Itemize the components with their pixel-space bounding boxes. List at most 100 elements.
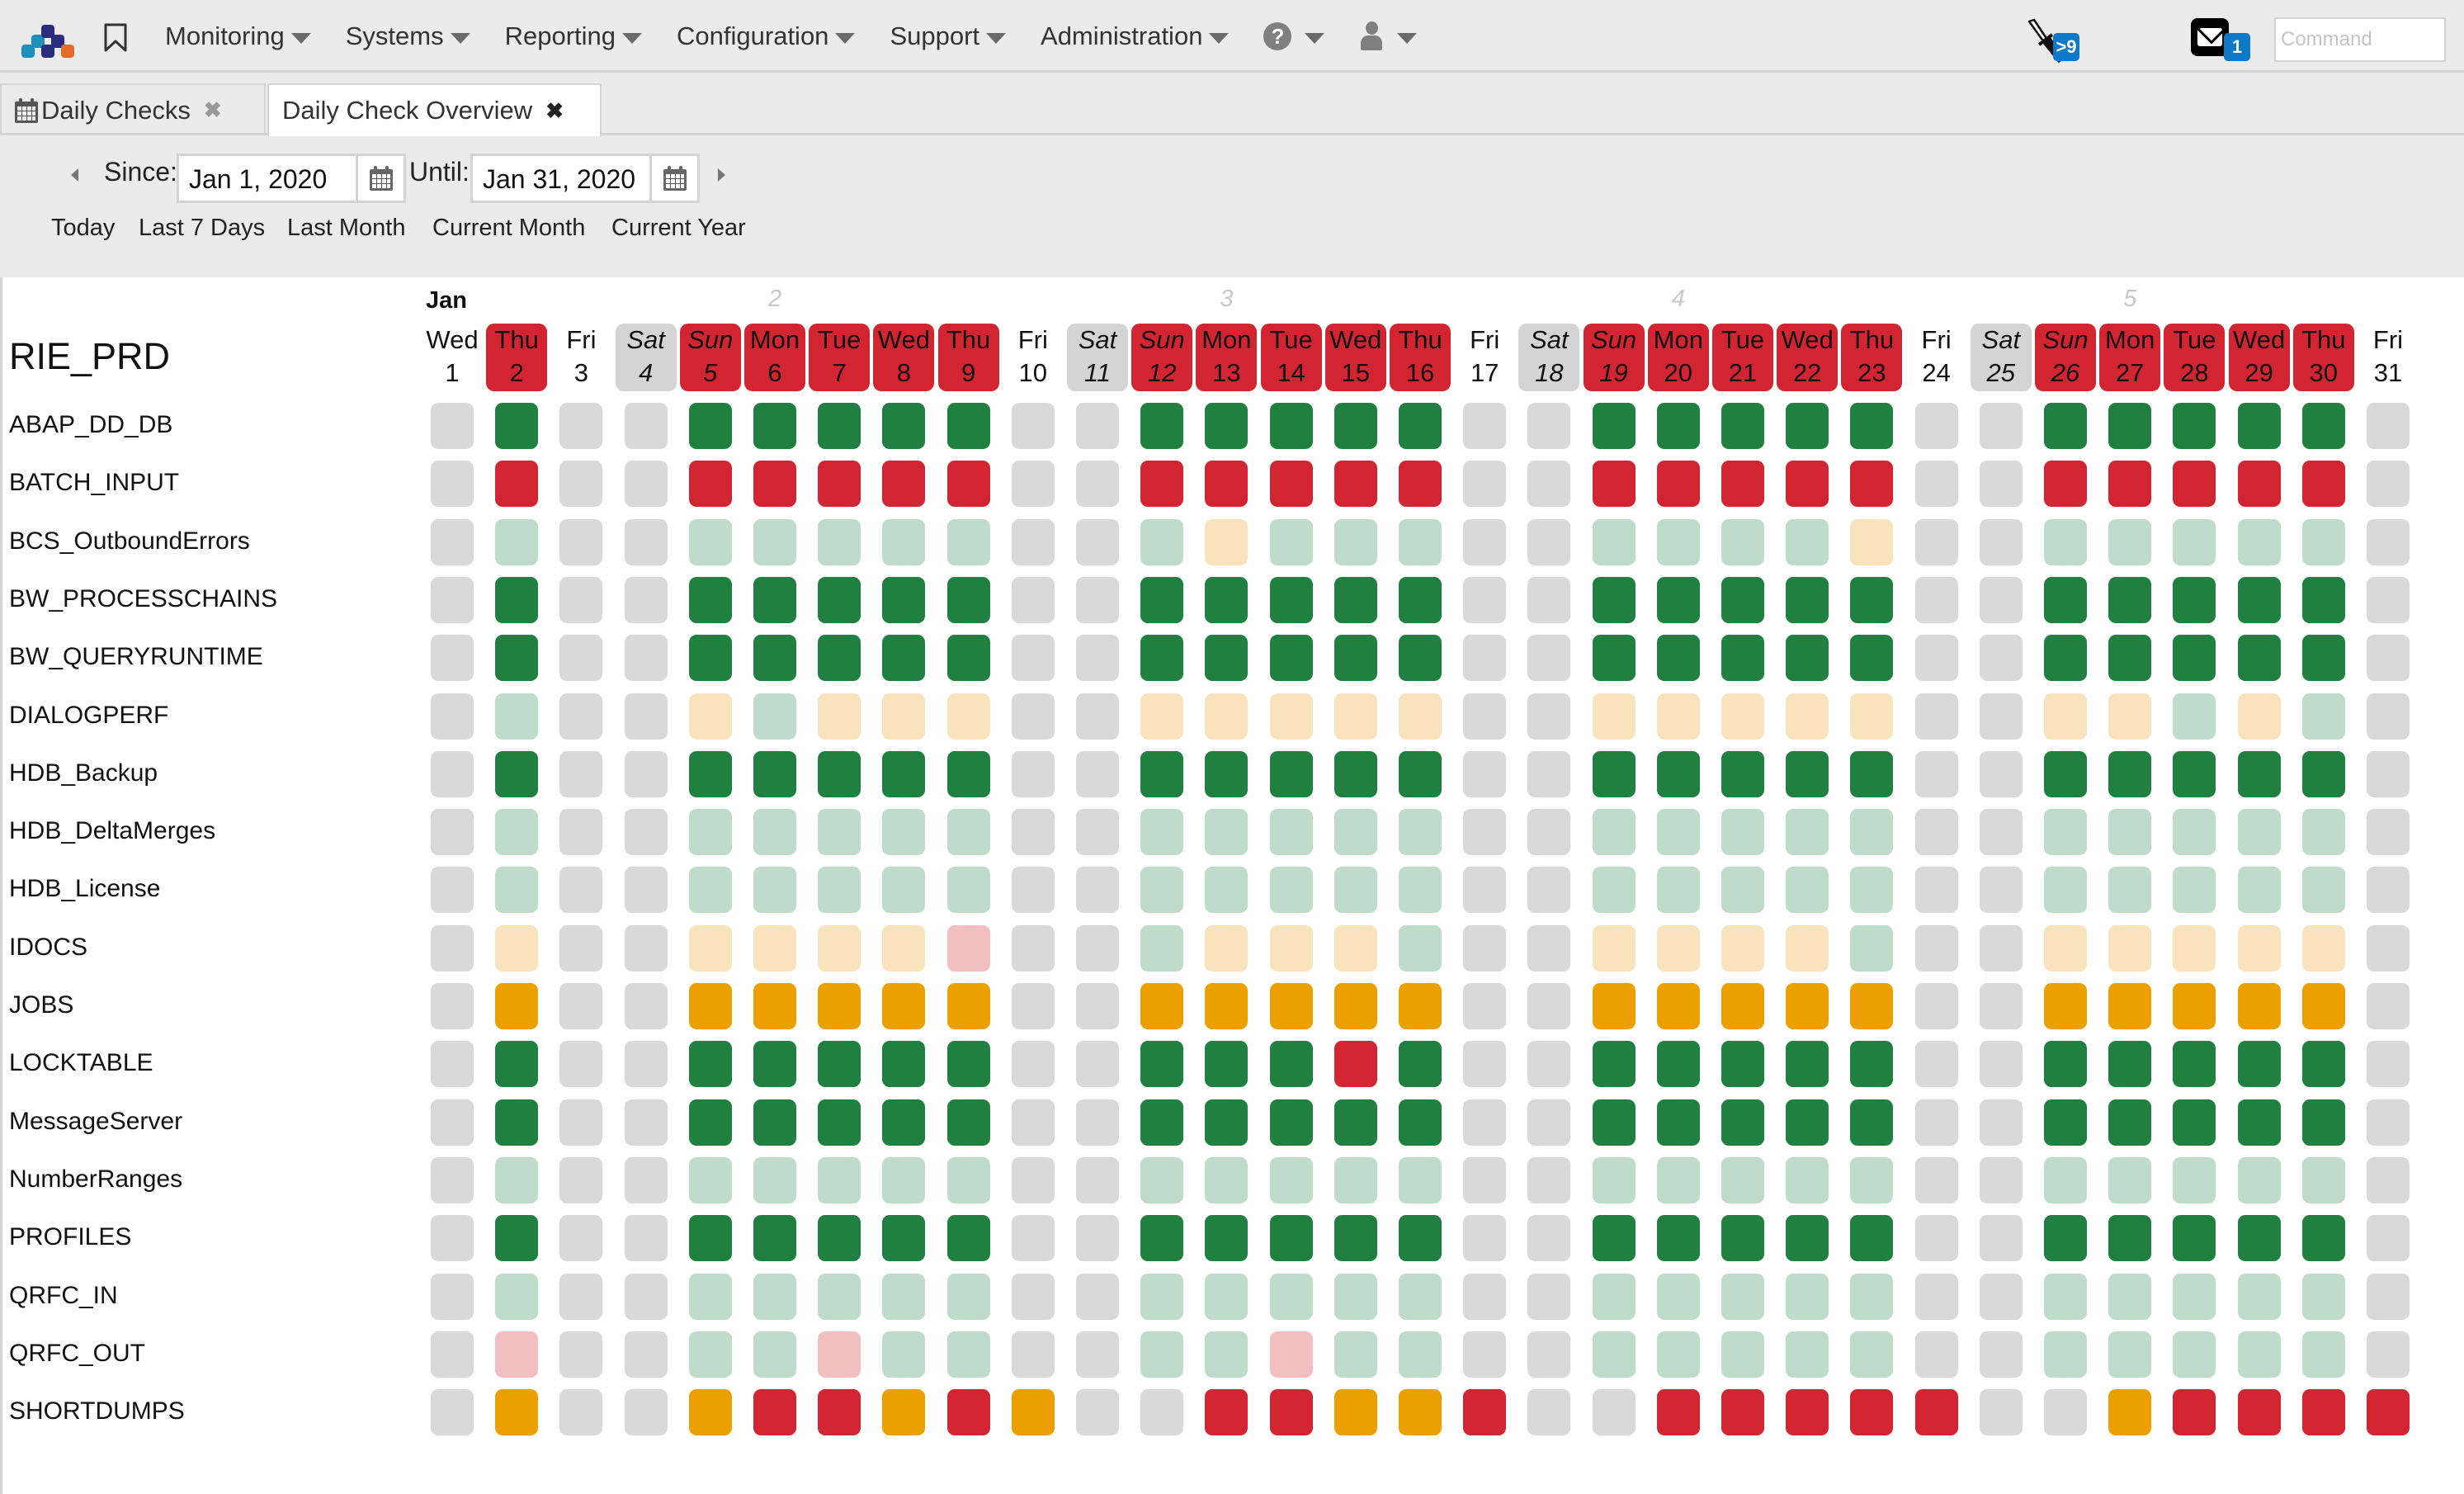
status-cell[interactable] <box>1011 1389 1055 1436</box>
status-cell[interactable] <box>688 809 732 856</box>
status-cell[interactable] <box>688 635 732 682</box>
status-cell[interactable] <box>753 635 796 682</box>
status-cell[interactable] <box>495 809 539 856</box>
status-cell[interactable] <box>818 750 861 797</box>
check-name[interactable]: BW_QUERYRUNTIME <box>9 643 263 671</box>
status-cell[interactable] <box>1656 461 1700 508</box>
status-cell[interactable] <box>1205 809 1249 856</box>
status-cell[interactable] <box>946 1331 990 1378</box>
status-cell[interactable] <box>1786 576 1829 623</box>
status-cell[interactable] <box>2108 1156 2152 1203</box>
status-cell[interactable] <box>818 1156 861 1203</box>
status-cell[interactable] <box>1399 1215 1442 1262</box>
status-cell[interactable] <box>2237 1273 2281 1320</box>
status-cell[interactable] <box>882 983 926 1029</box>
maintenance-notifications[interactable]: >9 <box>2026 17 2100 66</box>
menu-reporting[interactable]: Reporting <box>505 21 643 51</box>
status-cell[interactable] <box>495 924 539 972</box>
menu-support[interactable]: Support <box>890 21 1007 51</box>
status-cell[interactable] <box>1269 983 1313 1029</box>
status-cell[interactable] <box>1721 1099 1764 1146</box>
status-cell[interactable] <box>818 403 861 449</box>
status-cell[interactable] <box>1592 983 1636 1029</box>
status-cell[interactable] <box>946 1099 990 1146</box>
status-cell[interactable] <box>753 1389 796 1436</box>
day-header-26[interactable]: Sun 26 <box>2035 324 2096 391</box>
status-cell[interactable] <box>1269 518 1313 565</box>
status-cell[interactable] <box>1592 750 1636 797</box>
status-cell[interactable] <box>1656 576 1700 623</box>
day-header-19[interactable]: Sun 19 <box>1583 324 1645 391</box>
status-cell[interactable] <box>1140 1041 1184 1088</box>
status-cell[interactable] <box>2173 750 2216 797</box>
status-cell[interactable] <box>2173 576 2216 623</box>
status-cell[interactable] <box>688 461 732 508</box>
check-name[interactable]: MessageServer <box>9 1108 182 1136</box>
status-cell[interactable] <box>2044 461 2087 508</box>
status-cell[interactable] <box>818 576 861 623</box>
check-name[interactable]: QRFC_OUT <box>9 1340 145 1368</box>
status-cell[interactable] <box>1850 924 1894 972</box>
status-cell[interactable] <box>2301 1215 2345 1262</box>
status-cell[interactable] <box>2044 1215 2087 1262</box>
status-cell[interactable] <box>688 518 732 565</box>
status-cell[interactable] <box>1140 461 1184 508</box>
status-cell[interactable] <box>495 1389 539 1436</box>
status-cell[interactable] <box>1399 1273 1442 1320</box>
status-cell[interactable] <box>1850 1099 1894 1146</box>
status-cell[interactable] <box>2367 1389 2410 1436</box>
status-cell[interactable] <box>2237 924 2281 972</box>
status-cell[interactable] <box>1205 1389 1249 1436</box>
status-cell[interactable] <box>495 983 539 1029</box>
status-cell[interactable] <box>1205 403 1249 449</box>
quick-range-last-month[interactable]: Last Month <box>287 215 405 242</box>
status-cell[interactable] <box>2301 518 2345 565</box>
status-cell[interactable] <box>1850 983 1894 1029</box>
menu-administration[interactable]: Administration <box>1041 21 1230 51</box>
status-cell[interactable] <box>2108 809 2152 856</box>
status-cell[interactable] <box>1333 693 1377 740</box>
status-cell[interactable] <box>1205 983 1249 1029</box>
status-cell[interactable] <box>1399 461 1442 508</box>
status-cell[interactable] <box>2044 518 2087 565</box>
status-cell[interactable] <box>2044 403 2087 449</box>
command-input[interactable] <box>2274 17 2446 62</box>
status-cell[interactable] <box>2301 809 2345 856</box>
status-cell[interactable] <box>1656 1389 1700 1436</box>
status-cell[interactable] <box>753 1041 796 1088</box>
status-cell[interactable] <box>1721 635 1764 682</box>
status-cell[interactable] <box>818 635 861 682</box>
status-cell[interactable] <box>1592 867 1636 914</box>
status-cell[interactable] <box>1850 635 1894 682</box>
status-cell[interactable] <box>2301 635 2345 682</box>
quick-range-current-year[interactable]: Current Year <box>611 215 746 242</box>
status-cell[interactable] <box>1850 867 1894 914</box>
day-header-30[interactable]: Thu 30 <box>2292 324 2354 391</box>
status-cell[interactable] <box>818 1273 861 1320</box>
status-cell[interactable] <box>1140 924 1184 972</box>
status-cell[interactable] <box>1721 1389 1764 1436</box>
status-cell[interactable] <box>2173 1156 2216 1203</box>
status-cell[interactable] <box>2044 693 2087 740</box>
day-header-28[interactable]: Tue 28 <box>2164 324 2226 391</box>
quick-range-today[interactable]: Today <box>51 215 115 242</box>
status-cell[interactable] <box>1140 983 1184 1029</box>
status-cell[interactable] <box>495 1273 539 1320</box>
status-cell[interactable] <box>1205 693 1249 740</box>
status-cell[interactable] <box>2108 635 2152 682</box>
status-cell[interactable] <box>1205 461 1249 508</box>
status-cell[interactable] <box>1269 1156 1313 1203</box>
next-period-arrow-icon[interactable] <box>718 168 725 182</box>
check-name[interactable]: PROFILES <box>9 1223 131 1251</box>
status-cell[interactable] <box>688 924 732 972</box>
day-header-22[interactable]: Wed 22 <box>1777 324 1839 391</box>
status-cell[interactable] <box>1269 461 1313 508</box>
status-cell[interactable] <box>818 983 861 1029</box>
status-cell[interactable] <box>1333 403 1377 449</box>
since-calendar-button[interactable] <box>356 156 404 201</box>
check-name[interactable]: HDB_DeltaMerges <box>9 817 215 845</box>
status-cell[interactable] <box>495 461 539 508</box>
status-cell[interactable] <box>1786 635 1829 682</box>
status-cell[interactable] <box>688 693 732 740</box>
status-cell[interactable] <box>495 635 539 682</box>
